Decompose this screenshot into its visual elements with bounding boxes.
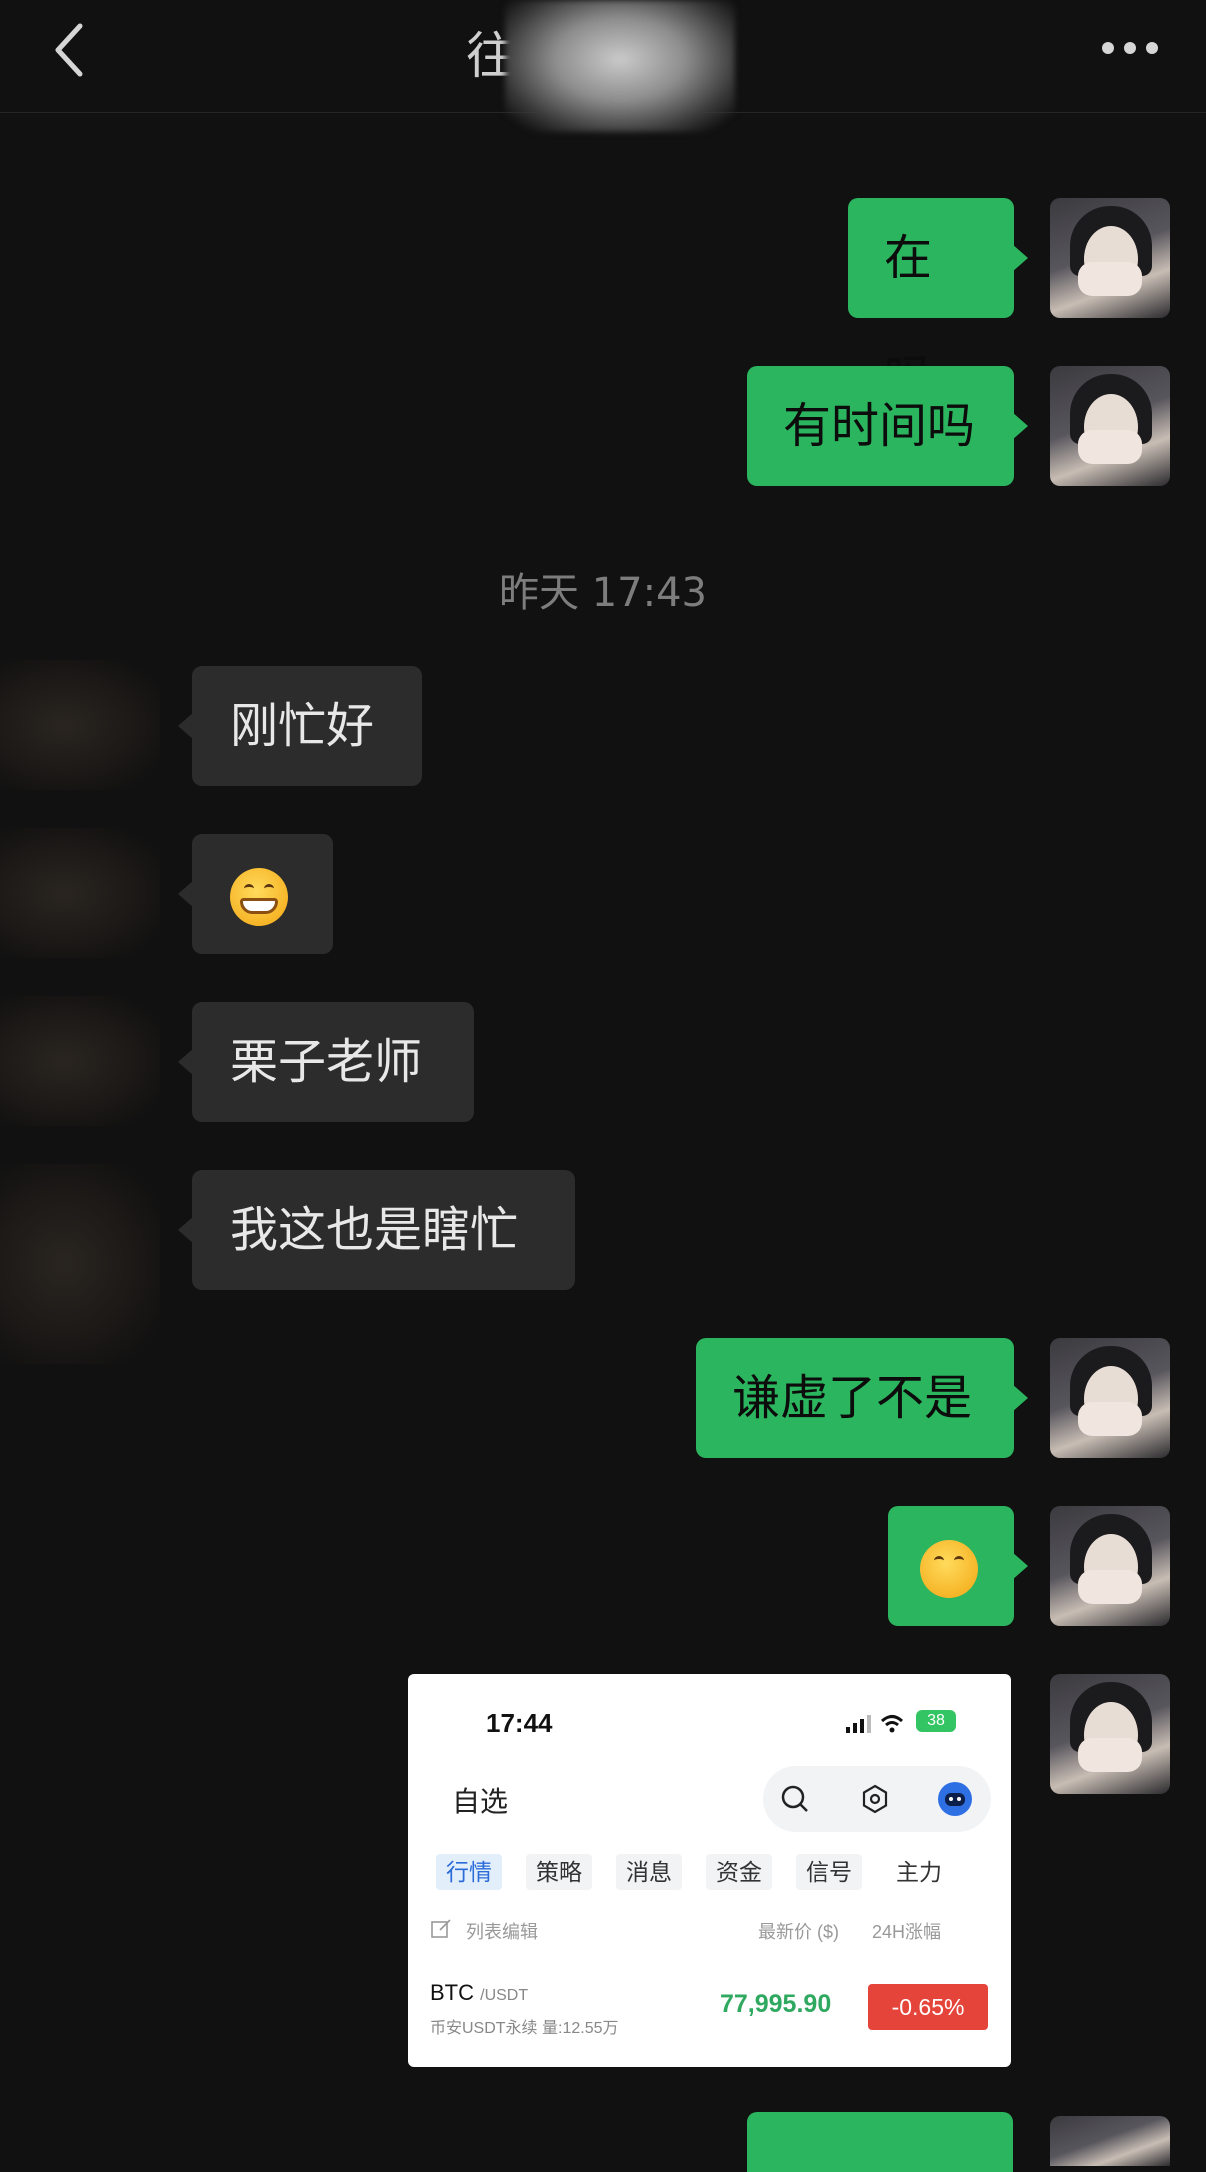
- timestamp: 昨天 17:43: [499, 570, 707, 616]
- ellipsis-icon: [1102, 42, 1158, 54]
- coin-ticker: BTC: [430, 1980, 474, 2005]
- grinning-face-emoji: [230, 868, 288, 926]
- chat-header: 往: [0, 0, 1206, 132]
- avatar-self[interactable]: [1050, 1338, 1170, 1458]
- message-bubble-outgoing[interactable]: [888, 1506, 1028, 1626]
- tab-quotes[interactable]: 行情: [436, 1854, 502, 1890]
- message-bubble-outgoing[interactable]: 谦虚了不是: [696, 1338, 1028, 1458]
- status-time: 17:44: [486, 1708, 553, 1738]
- message-bubble-incoming[interactable]: [178, 834, 333, 954]
- change-column-header[interactable]: 24H涨幅: [872, 1918, 941, 1944]
- avatar-contact-redacted[interactable]: [0, 1164, 160, 1364]
- price-column-header[interactable]: 最新价 ($): [758, 1918, 839, 1944]
- back-button[interactable]: [44, 20, 104, 80]
- chevron-left-icon: [55, 23, 83, 77]
- list-edit-label[interactable]: 列表编辑: [466, 1918, 538, 1944]
- image-message-screenshot[interactable]: 17:44 38 自选 行情 策略 消息 资金 信号 主力 列表编辑 最新价 (: [408, 1674, 1011, 2067]
- avatar-self[interactable]: [1050, 2116, 1170, 2166]
- avatar-self[interactable]: [1050, 198, 1170, 318]
- search-icon: [781, 1785, 808, 1812]
- message-bubble-outgoing-partial[interactable]: [747, 2112, 1013, 2172]
- tab-main-force[interactable]: 主力: [886, 1854, 952, 1890]
- more-button[interactable]: [1100, 28, 1160, 68]
- coin-subtitle: 币安USDT永续 量:12.55万: [430, 2020, 619, 2037]
- tab-strategy[interactable]: 策略: [526, 1854, 592, 1890]
- coin-pair: /USDT: [480, 1987, 529, 2004]
- coin-price: 77,995.90: [720, 1990, 832, 2018]
- avatar-contact-redacted[interactable]: [0, 828, 160, 958]
- message-bubble-incoming[interactable]: 刚忙好: [178, 666, 422, 786]
- tab-signals[interactable]: 信号: [796, 1854, 862, 1890]
- avatar-self[interactable]: [1050, 1506, 1170, 1626]
- avatar-self[interactable]: [1050, 366, 1170, 486]
- redacted-title: [505, 0, 735, 132]
- message-bubble-outgoing[interactable]: 有时间吗: [747, 366, 1028, 486]
- message-bubble-incoming[interactable]: 我这也是瞎忙: [178, 1170, 575, 1290]
- page-title: 自选: [452, 1786, 509, 1817]
- coin-symbol: BTC /USDT: [430, 1980, 528, 2006]
- edit-icon: [431, 1919, 451, 1938]
- tab-funds[interactable]: 资金: [706, 1854, 772, 1890]
- message-bubble-outgoing[interactable]: 在吗: [848, 198, 1028, 406]
- avatar-self[interactable]: [1050, 1674, 1170, 1794]
- tab-news[interactable]: 消息: [616, 1854, 682, 1890]
- avatar-contact-redacted[interactable]: [0, 996, 160, 1126]
- bot-icon: [938, 1782, 972, 1816]
- thinking-face-emoji: [920, 1540, 978, 1598]
- avatar-contact-redacted[interactable]: [0, 660, 160, 790]
- settings-hexagon-icon: [862, 1784, 888, 1814]
- battery-indicator: 38: [916, 1710, 956, 1732]
- coin-change-badge[interactable]: -0.65%: [868, 1984, 988, 2030]
- message-bubble-incoming[interactable]: 栗子老师: [178, 1002, 474, 1122]
- toolbar-icons: [763, 1766, 991, 1832]
